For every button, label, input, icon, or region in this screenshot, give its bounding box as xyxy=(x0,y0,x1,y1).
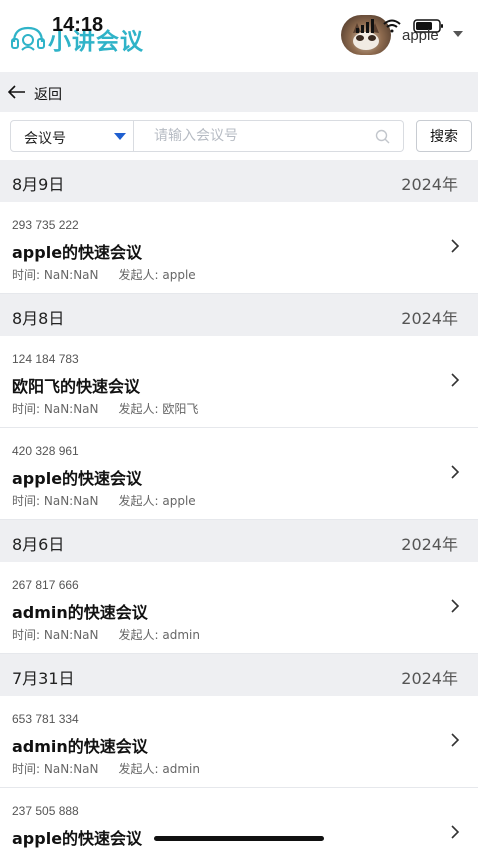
date-group-header: 8月6日 2024年 xyxy=(0,520,478,562)
meeting-time: 时间: NaN:NaN xyxy=(12,402,99,416)
meeting-list-item[interactable]: 653 781 334 admin的快速会议 时间: NaN:NaN 发起人: a… xyxy=(0,696,478,788)
date-group-header: 7月31日 2024年 xyxy=(0,654,478,696)
meeting-host: 发起人: 欧阳飞 xyxy=(118,402,199,416)
meeting-time: 时间: NaN:NaN xyxy=(12,762,99,776)
chevron-right-icon xyxy=(451,239,460,253)
meeting-number: 267 817 666 xyxy=(12,578,79,592)
user-name[interactable]: apple xyxy=(402,27,439,44)
chevron-right-icon xyxy=(451,733,460,747)
meeting-number: 237 505 888 xyxy=(12,804,79,818)
group-year: 2024年 xyxy=(401,175,458,194)
group-year: 2024年 xyxy=(401,535,458,554)
group-date: 7月31日 xyxy=(12,669,75,688)
date-group-header: 8月8日 2024年 xyxy=(0,294,478,336)
meeting-meta: 时间: NaN:NaN 发起人: apple xyxy=(12,266,196,283)
caret-down-icon[interactable] xyxy=(453,31,463,37)
meeting-time: 时间: NaN:NaN xyxy=(12,628,99,642)
meeting-host: 发起人: apple xyxy=(118,494,196,508)
meeting-title: 欧阳飞的快速会议 xyxy=(12,377,141,396)
meeting-list-item[interactable]: 267 817 666 admin的快速会议 时间: NaN:NaN 发起人: a… xyxy=(0,562,478,654)
home-indicator[interactable] xyxy=(154,836,324,841)
meeting-host: 发起人: apple xyxy=(118,268,196,282)
search-field-select[interactable]: 会议号 xyxy=(10,120,134,152)
chevron-right-icon xyxy=(451,373,460,387)
signal-icon xyxy=(356,19,374,33)
chevron-right-icon xyxy=(451,465,460,479)
search-input[interactable] xyxy=(134,120,404,152)
search-bar: 会议号 搜索 xyxy=(0,112,478,160)
meeting-time: 时间: NaN:NaN xyxy=(12,268,99,282)
app-header: 小讲会议 14:18 apple xyxy=(0,0,478,72)
arrow-left-icon[interactable] xyxy=(8,85,26,99)
group-year: 2024年 xyxy=(401,669,458,688)
meeting-meta: 时间: NaN:NaN 发起人: admin xyxy=(12,760,200,777)
search-button[interactable]: 搜索 xyxy=(416,120,472,152)
meeting-host: 发起人: admin xyxy=(118,628,200,642)
meeting-list-item[interactable]: 124 184 783 欧阳飞的快速会议 时间: NaN:NaN 发起人: 欧阳飞 xyxy=(0,336,478,428)
meeting-host: 发起人: admin xyxy=(118,762,200,776)
meeting-number: 653 781 334 xyxy=(12,712,79,726)
meeting-title: apple的快速会议 xyxy=(12,469,143,488)
meeting-number: 420 328 961 xyxy=(12,444,79,458)
meeting-title: apple的快速会议 xyxy=(12,829,143,848)
search-field-label: 会议号 xyxy=(24,131,66,147)
meeting-title: apple的快速会议 xyxy=(12,243,143,262)
group-year: 2024年 xyxy=(401,309,458,328)
meeting-meta: 时间: NaN:NaN 发起人: admin xyxy=(12,626,200,643)
chevron-right-icon xyxy=(451,599,460,613)
group-date: 8月8日 xyxy=(12,309,65,328)
meeting-list-item[interactable]: 420 328 961 apple的快速会议 时间: NaN:NaN 发起人: a… xyxy=(0,428,478,520)
meeting-number: 293 735 222 xyxy=(12,218,79,232)
group-date: 8月9日 xyxy=(12,175,65,194)
caret-down-icon xyxy=(114,133,126,140)
chevron-right-icon xyxy=(451,825,460,839)
meeting-list: 8月9日 2024年 293 735 222 apple的快速会议 时间: Na… xyxy=(0,160,478,850)
group-date: 8月6日 xyxy=(12,535,65,554)
meeting-list-item[interactable]: 293 735 222 apple的快速会议 时间: NaN:NaN 发起人: a… xyxy=(0,202,478,294)
meeting-number: 124 184 783 xyxy=(12,352,79,366)
meeting-title: admin的快速会议 xyxy=(12,603,148,622)
back-button[interactable]: 返回 xyxy=(34,84,62,104)
meeting-time: 时间: NaN:NaN xyxy=(12,494,99,508)
date-group-header: 8月9日 2024年 xyxy=(0,160,478,202)
wifi-icon xyxy=(383,19,401,33)
meeting-meta: 时间: NaN:NaN 发起人: 欧阳飞 xyxy=(12,400,198,417)
status-time: 14:18 xyxy=(52,14,104,36)
back-bar[interactable]: 返回 xyxy=(0,72,478,112)
search-icon[interactable] xyxy=(375,129,390,144)
meeting-meta: 时间: NaN:NaN 发起人: apple xyxy=(12,492,196,509)
meeting-title: admin的快速会议 xyxy=(12,737,148,756)
app-logo-icon xyxy=(11,26,45,51)
